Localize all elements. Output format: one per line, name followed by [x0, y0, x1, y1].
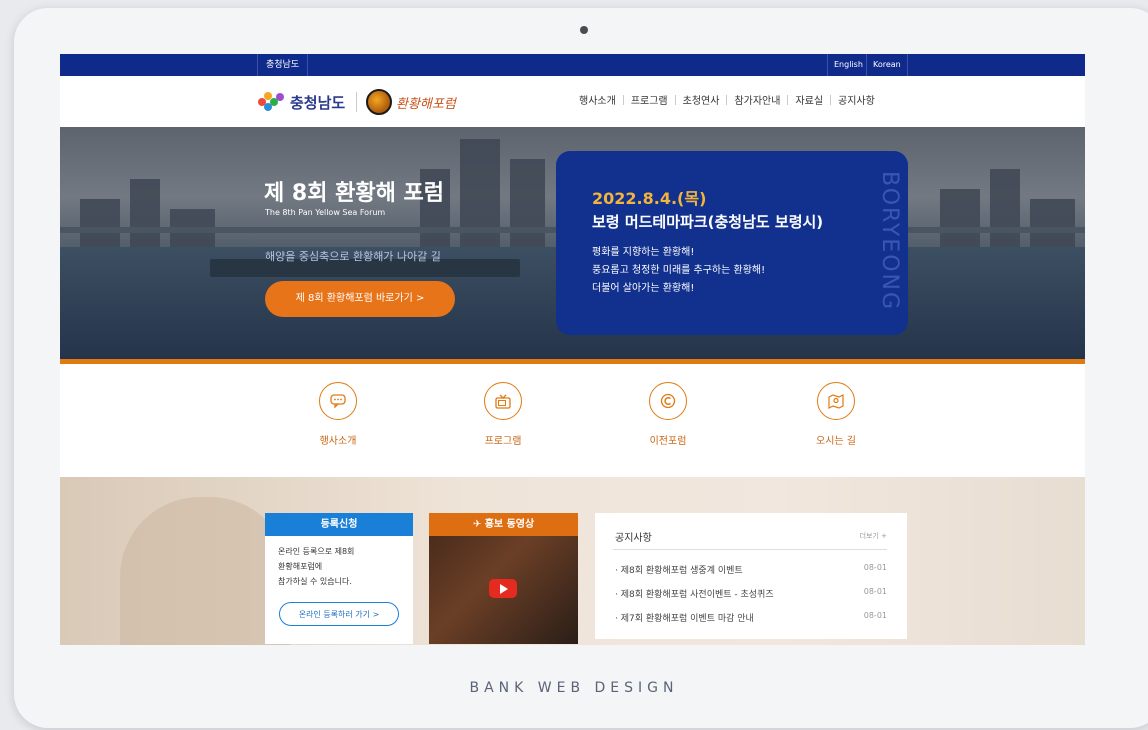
korean-link[interactable]: Korean	[866, 54, 908, 76]
website-screen: 충청남도 English Korean 충청남도 환황해포럼 행사소개 프로그램…	[60, 54, 1085, 645]
province-logo-text: 충청남도	[290, 93, 346, 112]
forum-emblem-icon	[366, 89, 392, 115]
quick-link-label: 프로그램	[484, 436, 522, 447]
skyline-building	[510, 159, 545, 259]
quick-link-label: 행사소개	[319, 436, 357, 447]
video-camera-icon: ✈	[472, 519, 485, 530]
quick-link-program[interactable]: 프로그램	[463, 382, 543, 447]
english-link[interactable]: English	[827, 54, 869, 76]
event-venue: 보령 머드테마파크(충청남도 보령시)	[592, 213, 824, 231]
promo-video-card: ✈ 홍보 동영상	[429, 513, 578, 644]
registration-text-line: 참가하실 수 있습니다.	[278, 577, 352, 586]
tv-icon	[484, 382, 522, 420]
notice-item-date: 08-01	[863, 611, 887, 620]
notice-card: 공지사항 더보기 + · 제8회 환황해포럼 생중계 이벤트 08-01 · 제…	[595, 513, 907, 639]
online-registration-button[interactable]: 온라인 등록하러 가기 >	[279, 602, 399, 626]
registration-text: 온라인 등록으로 제8회 환황해포럼에 참가하실 수 있습니다.	[265, 536, 413, 589]
hero-subtitle: The 8th Pan Yellow Sea Forum	[265, 208, 386, 217]
play-button-icon[interactable]	[489, 579, 517, 598]
forum-shortcut-button[interactable]: 제 8회 환황해포럼 바로가기 >	[265, 281, 455, 317]
chat-icon	[319, 382, 357, 420]
notice-item-text: · 제7회 환황해포럼 이벤트 마감 안내	[615, 614, 754, 624]
flower-icon	[258, 92, 286, 112]
notice-item-date: 08-01	[863, 587, 887, 596]
event-info-box: 2022.8.4.(목) 보령 머드테마파크(충청남도 보령시) 평화를 지향하…	[556, 151, 908, 335]
notice-divider	[613, 549, 887, 550]
quick-link-label: 오시는 길	[816, 436, 856, 447]
nav-resources[interactable]: 자료실	[788, 92, 830, 107]
promo-video-title: ✈ 홍보 동영상	[429, 513, 578, 536]
quick-links: 행사소개 프로그램 이전포럼 오시는 길	[60, 364, 1085, 477]
notice-item[interactable]: · 제8회 환황해포럼 사전이벤트 - 초성퀴즈 08-01	[615, 587, 887, 600]
region-link[interactable]: 충청남도	[257, 54, 309, 76]
notice-item[interactable]: · 제7회 환황해포럼 이벤트 마감 안내 08-01	[615, 611, 887, 624]
site-header: 충청남도 환황해포럼 행사소개 프로그램 초청연사 참가자안내 자료실 공지사항	[60, 76, 1085, 129]
logo-divider	[356, 92, 357, 112]
registration-text-line: 환황해포럼에	[278, 562, 323, 571]
skyline-building	[460, 139, 500, 259]
forum-logo[interactable]: 환황해포럼	[366, 88, 456, 116]
registration-title: 등록신청	[265, 513, 413, 536]
boryeong-watermark: BORYEONG	[877, 171, 902, 312]
camera-dot	[580, 26, 588, 34]
hero-slogan: 해양을 중심축으로 환황해가 나아갈 길	[265, 250, 441, 263]
event-motto: 더불어 살아가는 환황해!	[592, 283, 695, 294]
nav-speakers[interactable]: 초청연사	[676, 92, 727, 107]
main-nav: 행사소개 프로그램 초청연사 참가자안내 자료실 공지사항	[572, 92, 882, 107]
nav-event-intro[interactable]: 행사소개	[572, 92, 623, 107]
quick-link-directions[interactable]: 오시는 길	[796, 382, 876, 447]
quick-link-previous-forums[interactable]: 이전포럼	[628, 382, 708, 447]
bank-web-design-caption: BANK WEB DESIGN	[469, 680, 679, 696]
event-motto: 평화를 지향하는 환황해!	[592, 247, 695, 258]
notice-item-text: · 제8회 환황해포럼 사전이벤트 - 초성퀴즈	[615, 590, 774, 600]
skyline-building	[990, 169, 1020, 259]
notice-item-date: 08-01	[863, 563, 887, 572]
top-bar: 충청남도 English Korean	[60, 54, 1085, 76]
nav-participant-guide[interactable]: 참가자안내	[727, 92, 787, 107]
registration-text-line: 온라인 등록으로 제8회	[278, 547, 355, 556]
nav-notices[interactable]: 공지사항	[831, 92, 882, 107]
nav-program[interactable]: 프로그램	[624, 92, 675, 107]
notice-item-text: · 제8회 환황해포럼 생중계 이벤트	[615, 566, 743, 576]
c-icon	[649, 382, 687, 420]
map-icon	[817, 382, 855, 420]
province-logo[interactable]: 충청남도	[258, 90, 345, 114]
event-motto: 풍요롭고 청정한 미래를 추구하는 환황해!	[592, 265, 766, 276]
notice-title: 공지사항	[615, 533, 652, 544]
quick-link-intro[interactable]: 행사소개	[298, 382, 378, 447]
quick-link-label: 이전포럼	[649, 436, 687, 447]
event-date: 2022.8.4.(목)	[592, 189, 707, 208]
hero-title: 제 8회 환황해 포럼	[264, 181, 444, 206]
notice-more-link[interactable]: 더보기 +	[860, 531, 887, 541]
forum-logo-text: 환황해포럼	[396, 96, 456, 112]
promo-video-title-text: 홍보 동영상	[484, 519, 535, 530]
notice-item[interactable]: · 제8회 환황해포럼 생중계 이벤트 08-01	[615, 563, 887, 576]
hero-banner: 제 8회 환황해 포럼 The 8th Pan Yellow Sea Forum…	[60, 127, 1085, 359]
bottom-section: 등록신청 온라인 등록으로 제8회 환황해포럼에 참가하실 수 있습니다. 온라…	[60, 477, 1085, 645]
registration-card: 등록신청 온라인 등록으로 제8회 환황해포럼에 참가하실 수 있습니다. 온라…	[265, 513, 413, 644]
